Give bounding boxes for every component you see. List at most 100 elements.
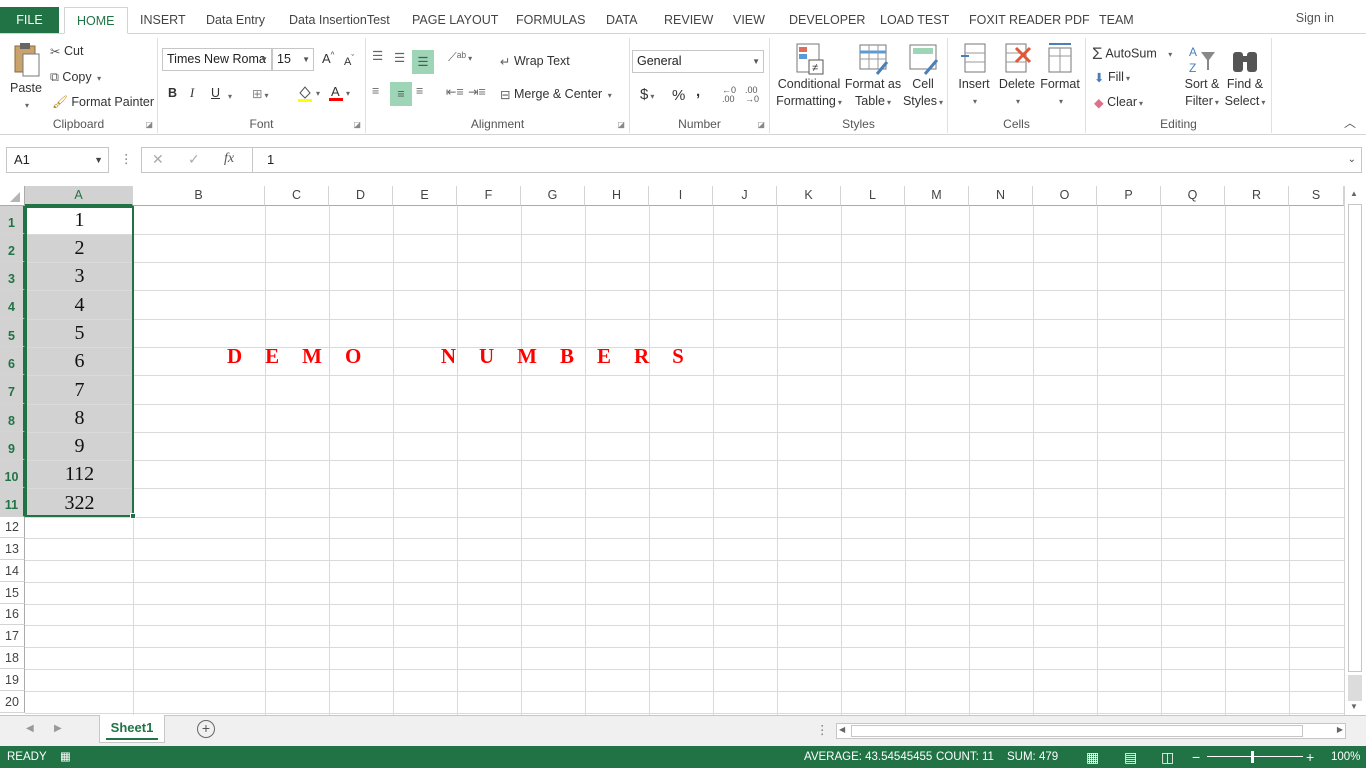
font-launcher-icon[interactable]: ◪ — [353, 120, 361, 129]
row-header-3[interactable]: 3 — [0, 262, 25, 290]
increase-decimal-button[interactable]: ←0.00 — [722, 86, 736, 104]
copy-button[interactable]: ⧉ Copy ▾ — [50, 70, 101, 85]
tab-developer[interactable]: DEVELOPER — [789, 7, 865, 34]
row-header-19[interactable]: 19 — [0, 669, 25, 691]
merge-center-button[interactable]: ⊟ Merge & Center ▾ — [500, 87, 612, 102]
column-header-a[interactable]: A — [25, 186, 133, 206]
row-header-5[interactable]: 5 — [0, 319, 25, 347]
row-header-2[interactable]: 2 — [0, 234, 25, 262]
row-header-12[interactable]: 12 — [0, 517, 25, 538]
vertical-scrollbar[interactable]: ▲ ▼ — [1344, 186, 1366, 715]
horizontal-scroll-thumb[interactable] — [851, 725, 1303, 737]
tab-load-test[interactable]: LOAD TEST — [880, 7, 949, 34]
tab-foxit-reader-pdf[interactable]: FOXIT READER PDF — [969, 7, 1090, 34]
underline-dropdown-icon[interactable]: ▾ — [226, 88, 232, 102]
sign-in-link[interactable]: Sign in — [1296, 11, 1334, 25]
fill-handle[interactable] — [130, 513, 136, 519]
scroll-left-icon[interactable]: ◀ — [839, 725, 845, 734]
delete-cells-button[interactable]: Delete ▾ — [996, 42, 1038, 110]
conditional-formatting-button[interactable]: ≠ Conditional Formatting ▾ — [772, 42, 846, 111]
decrease-indent-button[interactable]: ⇤≡ — [446, 84, 464, 99]
column-header-n[interactable]: N — [969, 186, 1033, 206]
name-box[interactable]: A1 ▼ — [6, 147, 109, 173]
insert-cells-button[interactable]: Insert ▾ — [954, 42, 994, 110]
tab-splitter-icon[interactable]: ⋮ — [816, 722, 829, 737]
row-header-16[interactable]: 16 — [0, 604, 25, 625]
row-header-6[interactable]: 6 — [0, 347, 25, 375]
column-header-q[interactable]: Q — [1161, 186, 1225, 206]
column-header-f[interactable]: F — [457, 186, 521, 206]
tab-data[interactable]: DATA — [606, 7, 637, 34]
tab-file[interactable]: FILE — [0, 7, 59, 33]
tab-view[interactable]: VIEW — [733, 7, 765, 34]
tab-insert[interactable]: INSERT — [140, 7, 186, 34]
align-center-button[interactable]: ≡ — [390, 82, 412, 106]
column-header-p[interactable]: P — [1097, 186, 1161, 206]
column-header-m[interactable]: M — [905, 186, 969, 206]
fill-color-button[interactable]: ▾ — [296, 84, 320, 102]
tab-team[interactable]: TEAM — [1099, 7, 1134, 34]
column-header-l[interactable]: L — [841, 186, 905, 206]
italic-button[interactable]: I — [190, 86, 194, 101]
orientation-button[interactable]: ⟋ᵃᵇ ▾ — [448, 50, 472, 65]
alignment-launcher-icon[interactable]: ◪ — [617, 120, 625, 129]
column-header-j[interactable]: J — [713, 186, 777, 206]
zoom-slider-track[interactable] — [1207, 756, 1303, 757]
currency-button[interactable]: $ ▾ — [640, 86, 654, 103]
bottom-align-button[interactable]: ☰ — [412, 50, 434, 74]
column-header-c[interactable]: C — [265, 186, 329, 206]
clipboard-launcher-icon[interactable]: ◪ — [145, 120, 153, 129]
sort-filter-button[interactable]: A Z Sort & Filter ▾ — [1182, 42, 1222, 111]
bold-button[interactable]: B — [168, 86, 177, 100]
column-header-e[interactable]: E — [393, 186, 457, 206]
row-header-17[interactable]: 17 — [0, 625, 25, 647]
font-size-combo[interactable]: 15 ▼ — [272, 48, 314, 71]
row-header-10[interactable]: 10 — [0, 460, 25, 488]
underline-button[interactable]: U — [211, 86, 220, 100]
paste-dropdown-icon[interactable]: ▾ — [8, 97, 46, 114]
row-header-4[interactable]: 4 — [0, 290, 25, 319]
row-header-7[interactable]: 7 — [0, 375, 25, 404]
normal-view-icon[interactable]: ▦ — [1086, 746, 1099, 768]
column-header-h[interactable]: H — [585, 186, 649, 206]
cell-styles-button[interactable]: Cell Styles ▾ — [902, 42, 944, 111]
comma-style-button[interactable]: , — [696, 83, 700, 100]
decrease-decimal-button[interactable]: .00 →0 — [745, 86, 759, 104]
row-header-20[interactable]: 20 — [0, 691, 25, 713]
formula-input[interactable]: 1 ⌄ — [252, 147, 1362, 173]
paste-button[interactable]: Paste ▾ — [6, 40, 46, 114]
middle-align-button[interactable]: ☰ — [394, 50, 405, 65]
select-all-corner[interactable] — [0, 186, 25, 206]
vertical-scroll-thumb[interactable] — [1348, 204, 1362, 672]
scroll-up-icon[interactable]: ▲ — [1350, 189, 1358, 198]
top-align-button[interactable]: ☰ — [372, 48, 383, 63]
zoom-level[interactable]: 100% — [1331, 746, 1360, 768]
sheet-tab-sheet1[interactable]: Sheet1 — [99, 715, 165, 743]
column-header-s[interactable]: S — [1289, 186, 1344, 206]
clear-button[interactable]: ◆ Clear ▾ — [1094, 95, 1143, 110]
vertical-scroll-track[interactable] — [1348, 675, 1362, 701]
macro-record-icon[interactable]: ▦ — [60, 746, 71, 768]
page-break-preview-icon[interactable]: ◫ — [1161, 746, 1174, 768]
grow-font-button[interactable]: A^ — [322, 51, 334, 66]
shrink-font-button[interactable]: Aˇ — [344, 53, 354, 68]
zoom-out-icon[interactable]: − — [1192, 746, 1200, 768]
row-header-14[interactable]: 14 — [0, 560, 25, 582]
column-header-g[interactable]: G — [521, 186, 585, 206]
new-sheet-icon[interactable]: + — [197, 720, 215, 738]
find-select-button[interactable]: Find & Select ▾ — [1222, 42, 1268, 111]
row-header-8[interactable]: 8 — [0, 404, 25, 432]
worksheet-grid[interactable]: ABCDEFGHIJKLMNOPQRS 1 2 3 4 5 6 7 8 9 10 11 12 13 14 1… — [0, 186, 1366, 715]
autosum-button[interactable]: Σ AutoSum ▾ — [1092, 44, 1172, 64]
column-header-d[interactable]: D — [329, 186, 393, 206]
row-header-1[interactable]: 1 — [0, 206, 25, 234]
scroll-right-icon[interactable]: ▶ — [1337, 725, 1343, 734]
insert-function-button[interactable]: fx — [224, 151, 234, 167]
row-header-15[interactable]: 15 — [0, 582, 25, 604]
scroll-down-icon[interactable]: ▼ — [1350, 702, 1358, 711]
cut-button[interactable]: ✂ Cut — [50, 44, 83, 59]
format-as-table-button[interactable]: Format as Table ▾ — [844, 42, 902, 111]
row-header-13[interactable]: 13 — [0, 538, 25, 560]
formula-bar-menu-icon[interactable]: ⋮ — [120, 151, 133, 166]
align-left-button[interactable]: ≡ — [372, 84, 379, 98]
